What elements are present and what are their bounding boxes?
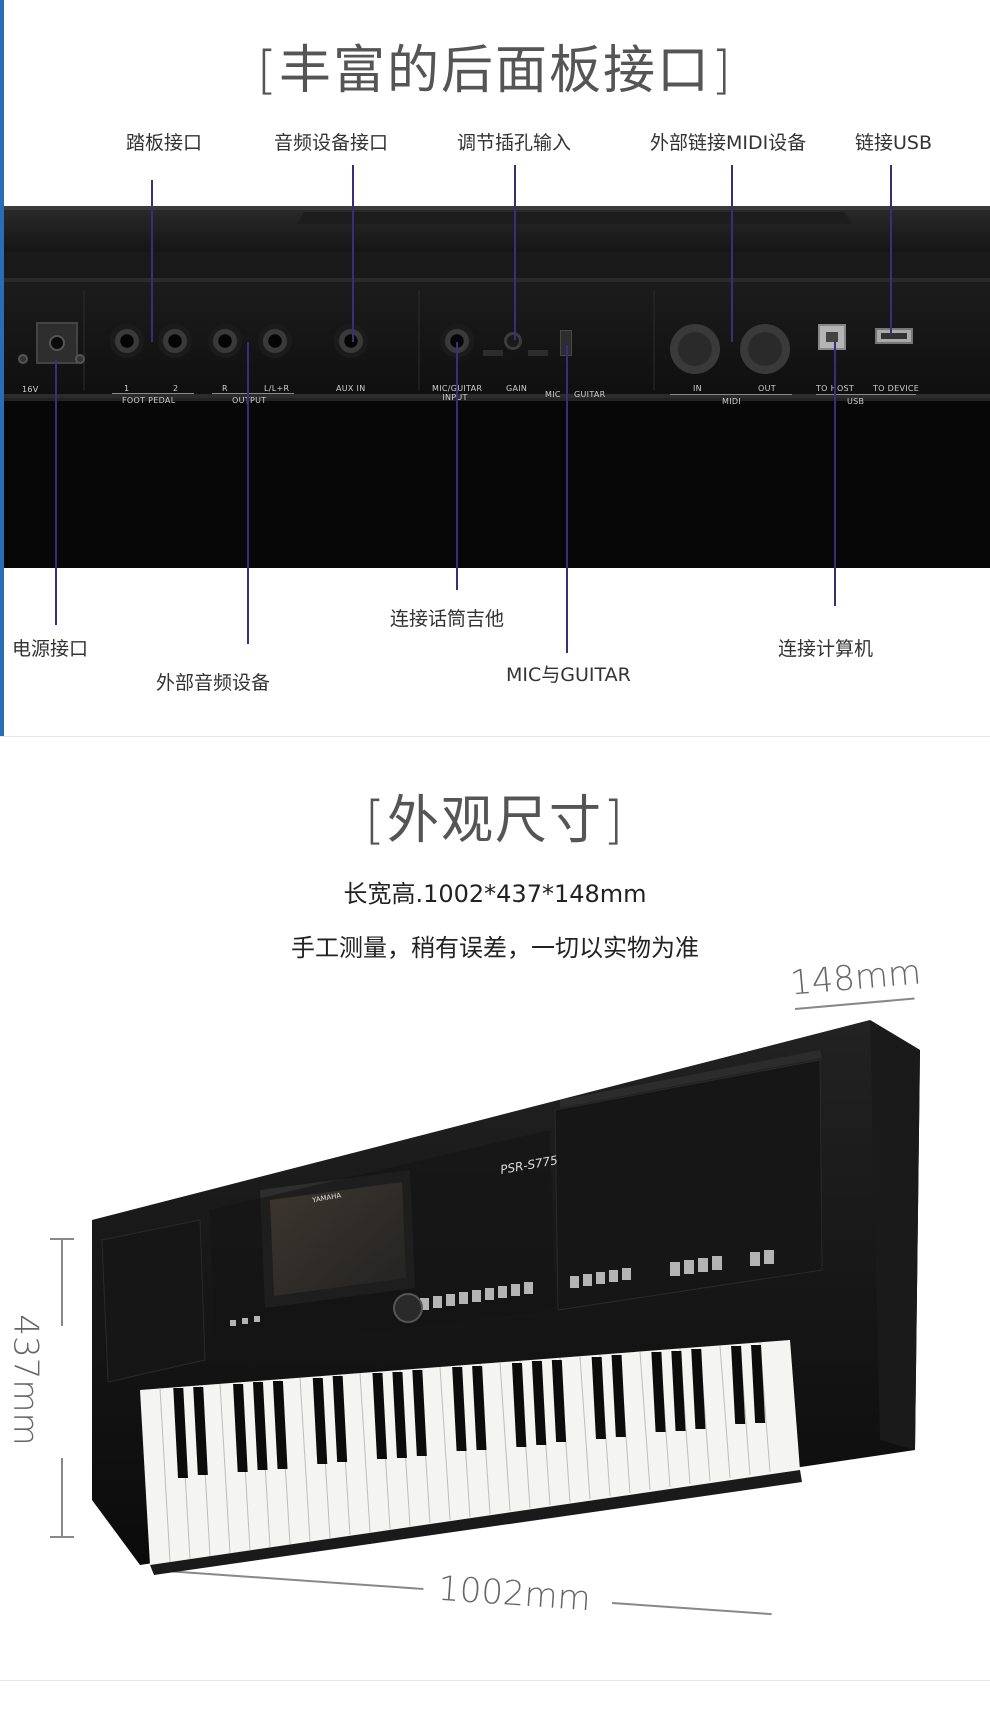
height-line-bottom	[61, 1458, 63, 1538]
ground-screw	[18, 354, 28, 364]
leader-midi	[731, 165, 733, 342]
rule-output	[212, 393, 294, 394]
height-line-top	[61, 1238, 63, 1326]
section-divider	[0, 736, 990, 737]
height-tick-top	[50, 1238, 74, 1240]
panel-foot-2: 2	[173, 384, 179, 393]
rule-foot-pedal	[112, 393, 194, 394]
aux-in-jack	[334, 324, 368, 358]
dc-in-jack	[36, 322, 78, 364]
keyboard-graphic	[92, 1020, 920, 1575]
measurement-note: 手工测量，稍有误差，一切以实物为准	[291, 934, 699, 962]
panel-foot-1: 1	[124, 384, 130, 393]
rule-midi	[670, 394, 792, 395]
gain-scale-right	[528, 350, 548, 356]
dimensions-line: 长宽高.1002*437*148mm	[343, 880, 647, 908]
panel-usb: USB	[847, 397, 865, 406]
label-mic-guitar: MIC与GUITAR	[506, 664, 631, 686]
keyboard-image	[80, 1020, 930, 1580]
panel-foot-pedal: FOOT PEDAL	[122, 396, 176, 405]
midi-out-port	[740, 324, 790, 374]
leader-pedal	[151, 180, 153, 342]
panel-mic-input: MIC/GUITAR INPUT	[432, 384, 482, 402]
panel-midi-out: OUT	[758, 384, 776, 393]
panel-out-l: L/L+R	[264, 384, 290, 393]
leader-audio-device	[352, 165, 354, 342]
leader-external-audio	[247, 342, 249, 644]
gain-scale-left	[483, 350, 503, 356]
label-power: 电源接口	[12, 638, 89, 660]
panel-guitar: GUITAR	[574, 390, 606, 399]
panel-mic: MIC	[545, 390, 561, 399]
output-r-jack	[208, 324, 242, 358]
panel-midi: MIDI	[722, 397, 741, 406]
gain-knob	[504, 332, 522, 350]
leader-gain	[514, 165, 516, 340]
usb-device-port	[875, 328, 913, 344]
bottom-divider	[0, 1680, 990, 1681]
panel-to-device: TO DEVICE	[873, 384, 920, 393]
panel-midi-in: IN	[693, 384, 702, 393]
label-mic-guitar-connect: 连接话筒吉他	[390, 608, 505, 630]
usb-host-port	[818, 324, 846, 350]
panel-aux-in: AUX IN	[336, 384, 366, 393]
ground-screw-2	[75, 354, 85, 364]
section2-title: [外观尺寸]	[364, 791, 626, 851]
label-midi-device: 外部链接MIDI设备	[650, 132, 807, 154]
label-external-audio: 外部音频设备	[156, 672, 271, 694]
midi-in-port	[670, 324, 720, 374]
leader-computer	[834, 342, 836, 606]
foot-pedal-2-jack	[158, 324, 192, 358]
label-computer: 连接计算机	[778, 638, 874, 660]
leader-power	[55, 360, 57, 625]
label-audio-device: 音频设备接口	[274, 132, 389, 154]
leader-mic-guitar-connect	[456, 342, 458, 590]
panel-gain: GAIN	[506, 384, 528, 393]
section1-title: [丰富的后面板接口]	[256, 41, 734, 101]
panel-out-r: R	[222, 384, 228, 393]
rule-usb	[816, 394, 916, 395]
output-l-jack	[258, 324, 292, 358]
label-pedal: 踏板接口	[126, 132, 203, 154]
panel-output: OUTPUT	[232, 396, 267, 405]
label-gain-input: 调节插孔输入	[457, 132, 572, 154]
height-tick-bottom	[50, 1536, 74, 1538]
label-usb: 链接USB	[855, 132, 933, 154]
leader-mic-guitar	[566, 345, 568, 653]
width-line-right	[611, 1602, 772, 1616]
panel-dc-in: 16V	[22, 385, 39, 394]
foot-pedal-1-jack	[110, 324, 144, 358]
leader-usb	[890, 165, 892, 335]
height-label: 437mm	[5, 1314, 46, 1446]
